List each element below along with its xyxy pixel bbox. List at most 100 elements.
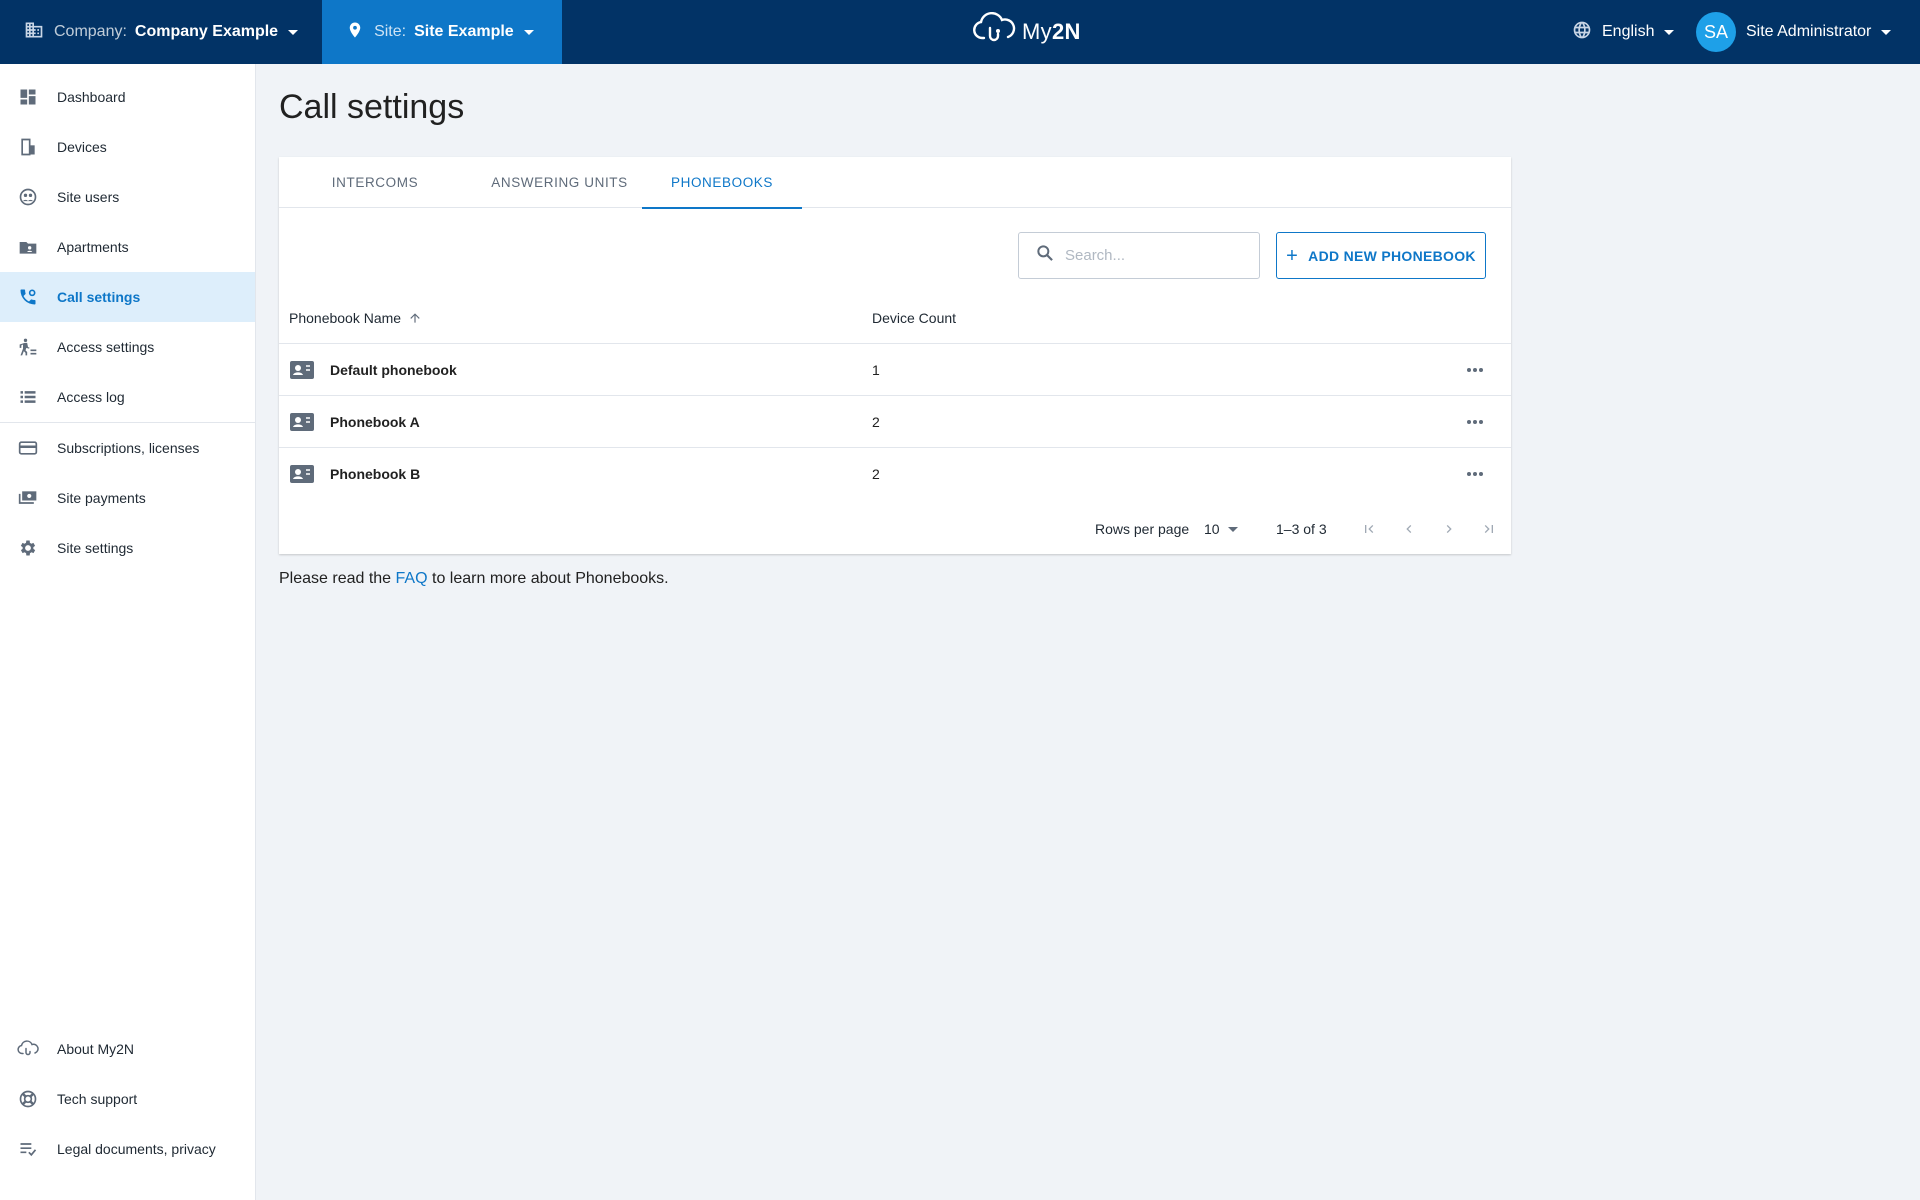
tab-answering-units[interactable]: ANSWERING UNITS: [471, 157, 648, 208]
language-selector[interactable]: English: [1572, 0, 1675, 64]
sidebar-item-legal[interactable]: Legal documents, privacy: [0, 1124, 255, 1174]
sidebar-item-label: Site settings: [57, 540, 134, 556]
device-count-cell: 2: [872, 414, 880, 430]
sidebar-item-label: Call settings: [57, 289, 141, 305]
sidebar-item-label: Apartments: [57, 239, 129, 255]
sidebar-item-call-settings[interactable]: Call settings: [0, 272, 255, 322]
site-label: Site:: [374, 23, 407, 40]
device-count-cell: 1: [872, 362, 880, 378]
checklist-icon: [17, 1138, 39, 1160]
more-actions-icon[interactable]: [1463, 410, 1487, 434]
sidebar-item-subscriptions[interactable]: Subscriptions, licenses: [0, 423, 255, 473]
search-icon: [1035, 243, 1055, 268]
access-settings-icon: [17, 336, 39, 358]
column-header-device-count[interactable]: Device Count: [872, 291, 956, 344]
add-new-phonebook-label: ADD NEW PHONEBOOK: [1308, 247, 1476, 264]
company-selector[interactable]: Company: Company Example: [0, 0, 322, 64]
sidebar-item-label: About My2N: [57, 1041, 135, 1057]
sidebar-item-apartments[interactable]: Apartments: [0, 222, 255, 272]
logo-text: My2N: [1022, 19, 1081, 45]
column-header-phonebook-name[interactable]: Phonebook Name: [289, 291, 422, 344]
sidebar-item-label: Legal documents, privacy: [57, 1141, 216, 1157]
sidebar-item-devices[interactable]: Devices: [0, 122, 255, 172]
sidebar-item-site-settings[interactable]: Site settings: [0, 523, 255, 573]
dashboard-icon: [17, 86, 39, 108]
tab-phonebooks[interactable]: PHONEBOOKS: [642, 157, 802, 209]
sidebar-item-label: Access log: [57, 389, 125, 405]
caret-down-icon: [523, 29, 534, 35]
phonebook-name-cell: Phonebook B: [289, 448, 420, 500]
sidebar: Dashboard Devices Site users Apartments …: [0, 64, 256, 1200]
cloud-icon: [17, 1038, 39, 1060]
caret-down-icon: [288, 29, 299, 35]
plus-icon: +: [1286, 244, 1299, 267]
add-new-phonebook-button[interactable]: + ADD NEW PHONEBOOK: [1276, 232, 1486, 279]
faq-link[interactable]: FAQ: [396, 570, 428, 587]
rows-per-page-select[interactable]: 10: [1204, 503, 1238, 555]
last-page-icon[interactable]: [1477, 517, 1501, 541]
device-count-cell: 2: [872, 466, 880, 482]
tab-intercoms[interactable]: INTERCOMS: [279, 157, 471, 208]
sidebar-item-site-payments[interactable]: Site payments: [0, 473, 255, 523]
next-page-icon[interactable]: [1437, 517, 1461, 541]
phonebook-name-cell: Phonebook A: [289, 396, 420, 448]
sidebar-item-label: Devices: [57, 139, 107, 155]
site-selector[interactable]: Site: Site Example: [322, 0, 562, 64]
first-page-icon[interactable]: [1357, 517, 1381, 541]
devices-icon: [17, 136, 39, 158]
sidebar-item-access-settings[interactable]: Access settings: [0, 322, 255, 372]
access-log-icon: [17, 386, 39, 408]
my2n-logo[interactable]: My2N: [972, 11, 1081, 52]
tab-bar: INTERCOMS ANSWERING UNITS PHONEBOOKS: [279, 157, 1511, 209]
sidebar-item-label: Site users: [57, 189, 120, 205]
call-settings-icon: [17, 286, 39, 308]
logo-text-2n: 2N: [1051, 19, 1081, 44]
table-row[interactable]: Default phonebook 1: [279, 344, 1511, 396]
lifebuoy-icon: [17, 1088, 39, 1110]
previous-page-icon[interactable]: [1397, 517, 1421, 541]
site-value: Site Example: [414, 23, 514, 40]
sidebar-item-label: Access settings: [57, 339, 155, 355]
sidebar-item-about[interactable]: About My2N: [0, 1024, 255, 1074]
gear-icon: [17, 537, 39, 559]
sidebar-item-label: Site payments: [57, 490, 146, 506]
caret-down-icon: [1664, 29, 1675, 35]
sort-arrow-up-icon: [408, 311, 422, 325]
table-header: Phonebook Name Device Count: [279, 291, 1511, 344]
contact-card-icon: [289, 411, 315, 433]
faq-note: Please read the FAQ to learn more about …: [279, 570, 669, 587]
location-pin-icon: [346, 20, 364, 45]
rows-per-page-label: Rows per page: [1095, 521, 1190, 537]
caret-down-icon: [1881, 29, 1892, 35]
page-title: Call settings: [279, 88, 465, 126]
phonebook-name-cell: Default phonebook: [289, 344, 457, 396]
sidebar-item-tech-support[interactable]: Tech support: [0, 1074, 255, 1124]
company-label: Company:: [54, 23, 127, 40]
pagination: Rows per page 10 1–3 of 3: [279, 503, 1511, 555]
search-box[interactable]: [1018, 232, 1260, 279]
building-icon: [24, 20, 44, 45]
more-actions-icon[interactable]: [1463, 358, 1487, 382]
search-input[interactable]: [1065, 247, 1245, 264]
globe-icon: [1572, 20, 1592, 45]
caret-down-icon: [1227, 526, 1238, 532]
cloud-logo-icon: [972, 11, 1016, 52]
sidebar-item-label: Tech support: [57, 1091, 138, 1107]
site-users-icon: [17, 186, 39, 208]
sidebar-item-dashboard[interactable]: Dashboard: [0, 72, 255, 122]
avatar: SA: [1696, 12, 1736, 52]
contact-card-icon: [289, 359, 315, 381]
sidebar-item-site-users[interactable]: Site users: [0, 172, 255, 222]
page-range: 1–3 of 3: [1276, 521, 1327, 537]
payments-icon: [17, 487, 39, 509]
sidebar-item-access-log[interactable]: Access log: [0, 372, 255, 422]
table-row[interactable]: Phonebook A 2: [279, 396, 1511, 448]
table-row[interactable]: Phonebook B 2: [279, 448, 1511, 500]
sidebar-item-label: Subscriptions, licenses: [57, 440, 200, 456]
more-actions-icon[interactable]: [1463, 462, 1487, 486]
top-app-bar: Company: Company Example Site: Site Exam…: [0, 0, 1920, 64]
user-menu[interactable]: SA Site Administrator: [1696, 0, 1892, 64]
user-name: Site Administrator: [1746, 23, 1872, 40]
apartments-icon: [17, 236, 39, 258]
credit-card-icon: [17, 437, 39, 459]
